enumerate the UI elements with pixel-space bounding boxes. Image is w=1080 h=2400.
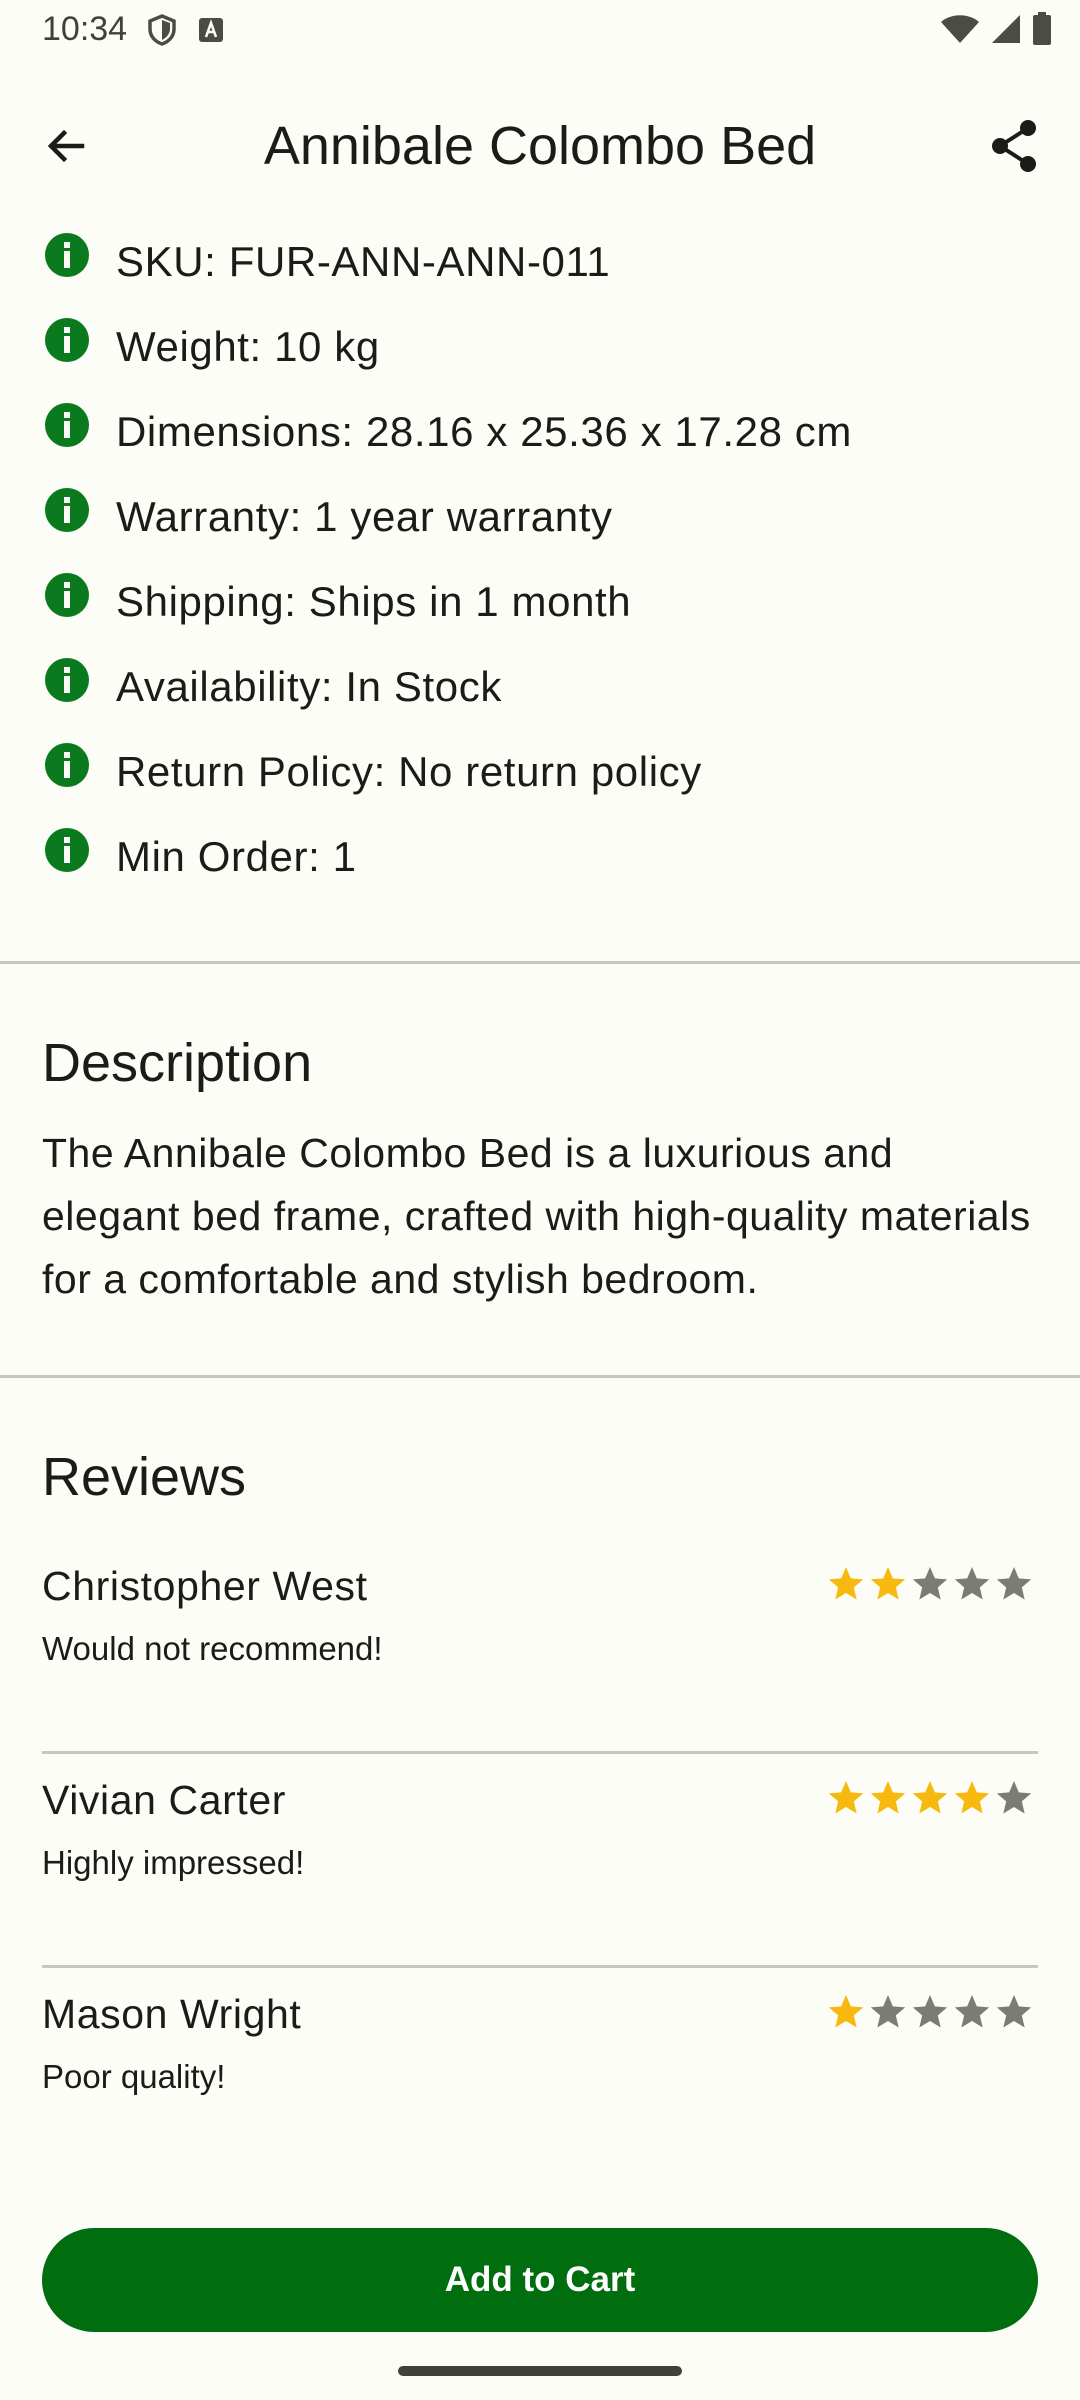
share-button[interactable] bbox=[984, 116, 1044, 176]
reviews-title: Reviews bbox=[42, 1447, 247, 1507]
star-filled-icon bbox=[828, 1567, 864, 1600]
shield-icon bbox=[148, 14, 176, 46]
spec-text: Availability: In Stock bbox=[116, 663, 502, 710]
description-title: Description bbox=[42, 1033, 313, 1093]
back-button[interactable] bbox=[36, 116, 96, 176]
star-filled-icon bbox=[912, 1781, 948, 1814]
info-icon bbox=[45, 488, 89, 532]
spec-row: Warranty: 1 year warranty bbox=[0, 477, 1080, 562]
review-rating bbox=[826, 1778, 1034, 1818]
star-empty-icon bbox=[996, 1995, 1032, 2028]
divider bbox=[0, 1375, 1080, 1378]
review-comment: Poor quality! bbox=[42, 2058, 226, 2095]
status-bar: 10:34 bbox=[0, 0, 1080, 62]
spec-row: SKU: FUR-ANN-ANN-011 bbox=[0, 222, 1080, 307]
home-indicator[interactable] bbox=[398, 2366, 682, 2376]
spec-row: Return Policy: No return policy bbox=[0, 732, 1080, 817]
star-filled-icon bbox=[828, 1995, 864, 2028]
info-icon bbox=[45, 573, 89, 617]
spec-text: Shipping: Ships in 1 month bbox=[116, 578, 632, 625]
review-comment: Highly impressed! bbox=[42, 1844, 305, 1881]
review-item: Mason Wright Poor quality! bbox=[42, 1968, 1038, 2182]
spec-text: Return Policy: No return policy bbox=[116, 748, 702, 795]
product-specs-list: SKU: FUR-ANN-ANN-011 Weight: 10 kg Dimensi… bbox=[0, 222, 1080, 902]
page-title: Annibale Colombo Bed bbox=[263, 116, 817, 176]
star-empty-icon bbox=[870, 1995, 906, 2028]
status-time: 10:34 bbox=[42, 10, 128, 48]
review-comment: Would not recommend! bbox=[42, 1630, 383, 1667]
info-icon bbox=[45, 403, 89, 447]
app-bar: Annibale Colombo Bed bbox=[0, 90, 1080, 202]
star-empty-icon bbox=[912, 1995, 948, 2028]
spec-row: Min Order: 1 bbox=[0, 817, 1080, 902]
share-icon bbox=[992, 120, 1036, 172]
star-filled-icon bbox=[870, 1567, 906, 1600]
divider bbox=[0, 961, 1080, 964]
spec-text: Warranty: 1 year warranty bbox=[116, 493, 613, 540]
spec-text: Weight: 10 kg bbox=[116, 323, 380, 370]
info-icon bbox=[45, 233, 89, 277]
info-icon bbox=[45, 658, 89, 702]
info-icon bbox=[45, 318, 89, 362]
spec-text: Min Order: 1 bbox=[116, 833, 357, 880]
reviewer-name: Vivian Carter bbox=[42, 1777, 287, 1823]
star-empty-icon bbox=[954, 1995, 990, 2028]
info-icon bbox=[45, 828, 89, 872]
signal-icon bbox=[992, 15, 1020, 43]
review-item: Vivian Carter Highly impressed! bbox=[42, 1754, 1038, 1968]
spec-text: Dimensions: 28.16 x 25.36 x 17.28 cm bbox=[116, 408, 852, 455]
spec-row: Dimensions: 28.16 x 25.36 x 17.28 cm bbox=[0, 392, 1080, 477]
reviewer-name: Mason Wright bbox=[42, 1991, 302, 2037]
info-icon bbox=[45, 743, 89, 787]
star-empty-icon bbox=[954, 1567, 990, 1600]
star-filled-icon bbox=[828, 1781, 864, 1814]
review-rating bbox=[826, 1564, 1034, 1604]
star-filled-icon bbox=[954, 1781, 990, 1814]
spec-row: Weight: 10 kg bbox=[0, 307, 1080, 392]
spec-text: SKU: FUR-ANN-ANN-011 bbox=[116, 238, 611, 285]
keyboard-a-icon bbox=[199, 18, 223, 42]
spec-row: Availability: In Stock bbox=[0, 647, 1080, 732]
battery-icon bbox=[1033, 12, 1051, 45]
wifi-icon bbox=[941, 15, 979, 43]
description-text: The Annibale Colombo Bed is a luxurious … bbox=[42, 1130, 1031, 1302]
spec-row: Shipping: Ships in 1 month bbox=[0, 562, 1080, 647]
review-item: Christopher West Would not recommend! bbox=[42, 1540, 1038, 1754]
reviewer-name: Christopher West bbox=[42, 1563, 368, 1609]
review-rating bbox=[826, 1992, 1034, 2032]
star-filled-icon bbox=[870, 1781, 906, 1814]
star-empty-icon bbox=[996, 1567, 1032, 1600]
star-empty-icon bbox=[996, 1781, 1032, 1814]
add-to-cart-button[interactable]: Add to Cart bbox=[42, 2228, 1038, 2332]
star-empty-icon bbox=[912, 1567, 948, 1600]
arrow-back-icon bbox=[47, 129, 85, 163]
